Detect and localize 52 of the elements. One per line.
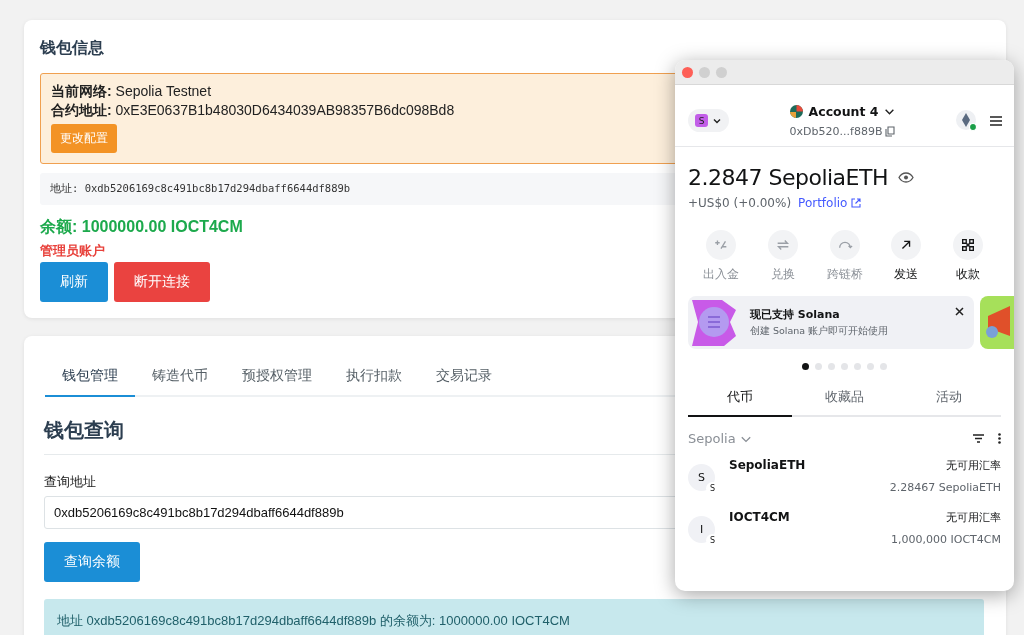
token-avatar: I S — [688, 516, 715, 543]
carousel-dot[interactable] — [867, 363, 874, 370]
role-text: 管理员账户 — [40, 242, 105, 260]
disconnect-button[interactable]: 断开连接 — [114, 262, 210, 302]
copy-icon[interactable] — [885, 125, 896, 137]
receive-icon — [960, 237, 976, 253]
carousel-dot[interactable] — [854, 363, 861, 370]
banner-subtitle: 创建 Solana 账户即可开始使用 — [750, 325, 889, 338]
tab[interactable]: 代币 — [688, 380, 793, 417]
filter-icon[interactable] — [973, 434, 984, 443]
token-rate: 无可用汇率 — [945, 458, 1001, 473]
section-title: 钱包信息 — [40, 38, 104, 58]
more-options-icon[interactable] — [998, 433, 1001, 444]
megaphone-illustration — [980, 296, 1014, 349]
tab[interactable]: 钱包管理 — [45, 358, 135, 397]
query-balance-button[interactable]: 查询余额 — [44, 542, 140, 582]
network-text: 当前网络: Sepolia Testnet — [51, 82, 212, 101]
carousel-dot[interactable] — [880, 363, 887, 370]
tab[interactable]: 预授权管理 — [225, 358, 329, 397]
tab[interactable]: 执行扣款 — [329, 358, 419, 397]
account-address: 0xDb520...f889B — [789, 124, 883, 138]
swap-icon — [774, 237, 791, 253]
carousel-dot[interactable] — [802, 363, 809, 370]
token-name: SepoliaETH — [729, 458, 807, 472]
tab[interactable]: 活动 — [896, 380, 1001, 417]
banner-title: 现已支持 Solana — [750, 307, 841, 322]
tab[interactable]: 铸造代币 — [135, 358, 225, 397]
external-link-icon — [851, 198, 862, 208]
token-amount: 1,000,000 IOCT4CM — [891, 533, 1001, 546]
result-message: 地址 0xdb5206169c8c491bc8b17d294dbaff6644df889b 的余额为: 1000000.00 IOCT4CM — [44, 599, 984, 635]
promo-banner[interactable]: 现已支持 Solana 创建 Solana 账户即可开始使用 — [688, 296, 974, 349]
send-action-button[interactable]: 发送 — [882, 230, 931, 282]
eye-icon[interactable] — [898, 172, 914, 183]
account-avatar-icon — [789, 104, 803, 118]
site-connection-icon[interactable] — [956, 109, 978, 132]
receive-action-button[interactable]: 收款 — [944, 230, 992, 282]
menu-icon[interactable] — [990, 115, 1002, 126]
tab[interactable]: 交易记录 — [419, 358, 509, 397]
tab[interactable]: 收藏品 — [792, 380, 897, 417]
close-window-button[interactable] — [682, 66, 693, 78]
refresh-button[interactable]: 刷新 — [40, 262, 108, 302]
field-label: 查询地址 — [44, 473, 96, 491]
network-selector[interactable]: S — [688, 109, 729, 132]
account-name[interactable]: Account 4 — [808, 103, 879, 119]
token-avatar: S S — [688, 464, 715, 491]
carousel-dot[interactable] — [841, 363, 848, 370]
carousel-dot[interactable] — [815, 363, 822, 370]
contract-text: 合约地址: 0xE3E0637B1b48030D6434039AB98357B6dc098Bd8 — [51, 101, 455, 120]
token-amount: 2.28467 SepoliaETH — [889, 481, 1001, 494]
token-name: IOCT4CM — [729, 510, 791, 524]
carousel-dot[interactable] — [828, 363, 835, 370]
balance-text: 余额: 1000000.00 IOCT4CM — [40, 217, 243, 237]
